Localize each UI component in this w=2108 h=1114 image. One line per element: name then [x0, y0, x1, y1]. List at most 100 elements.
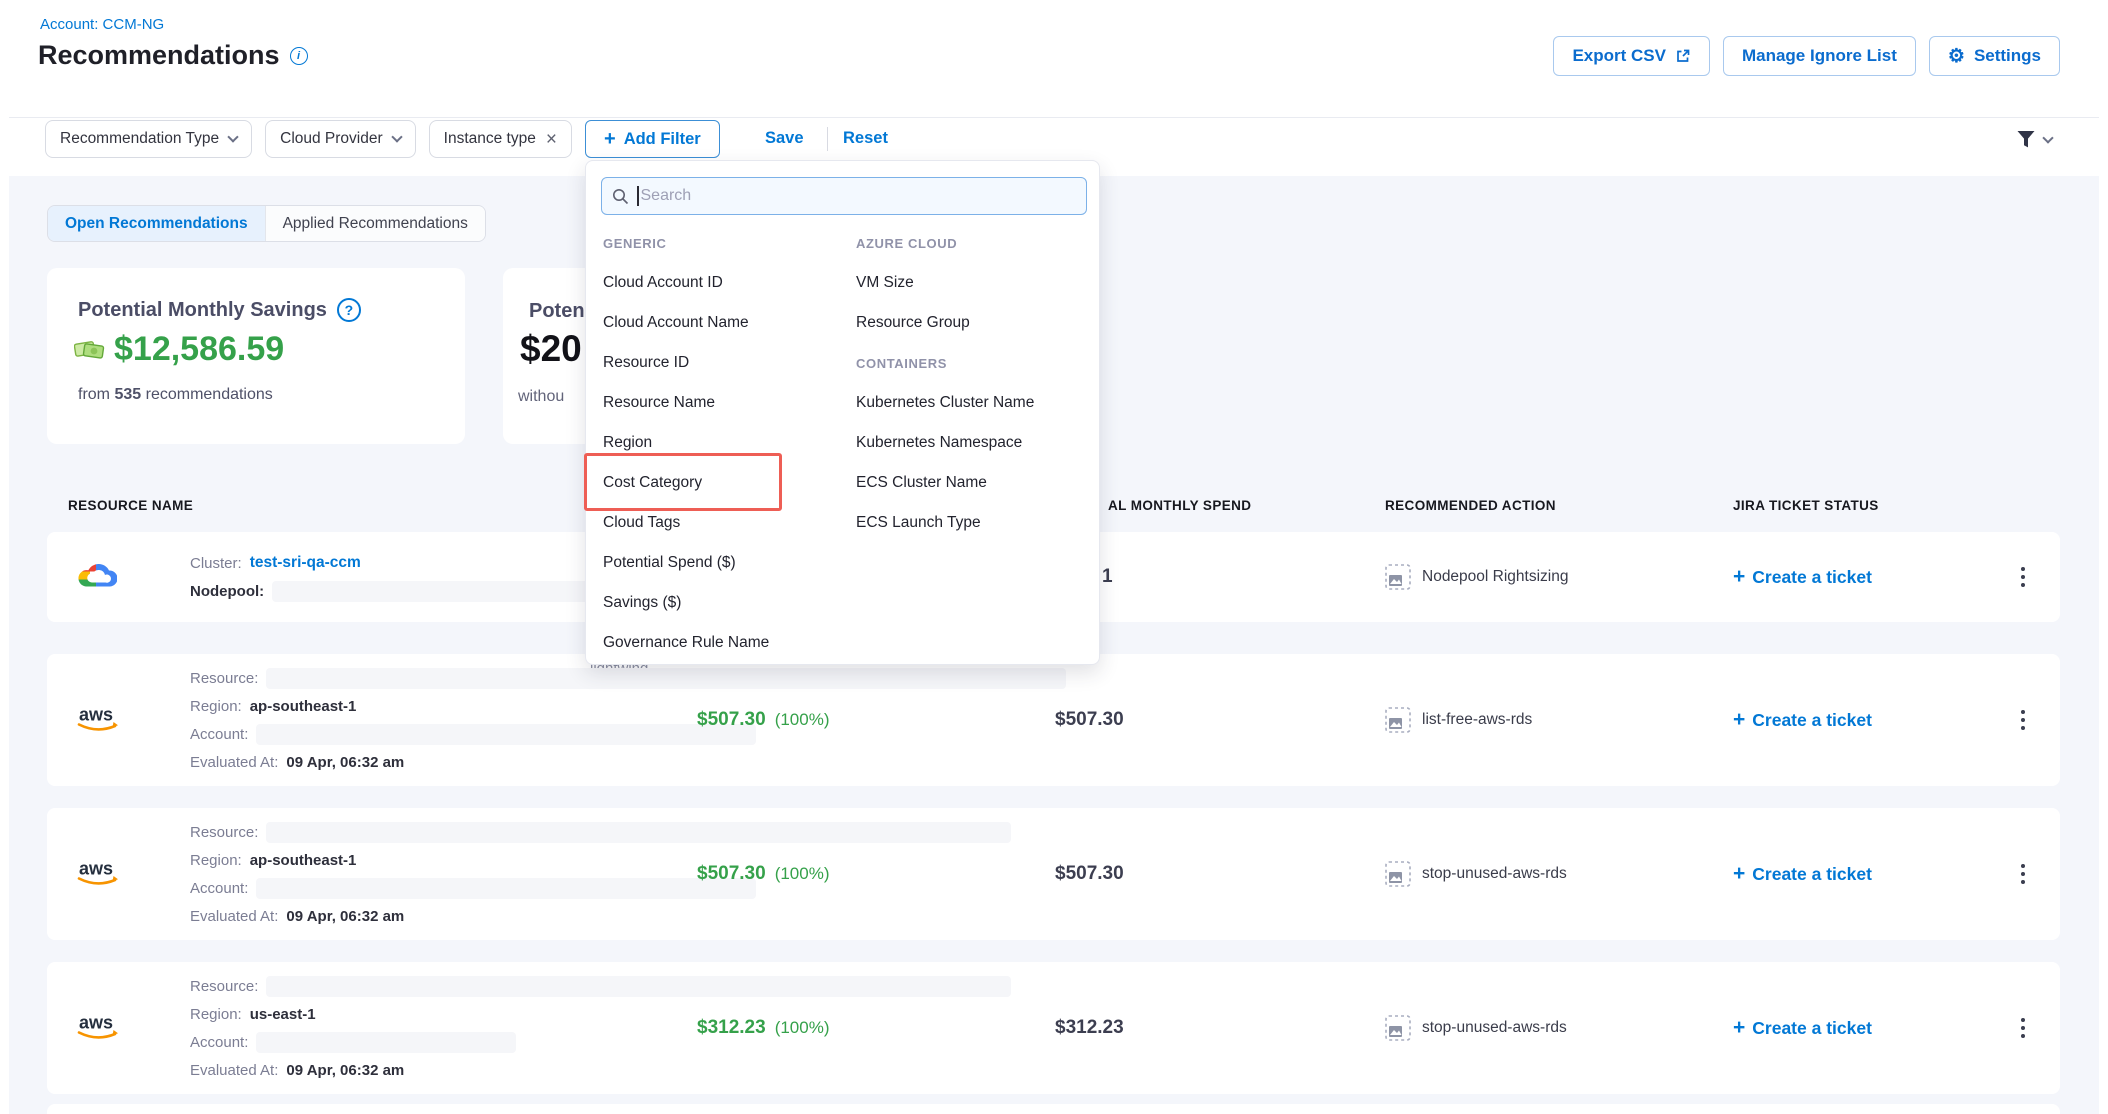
- redacted-account-value: [256, 1032, 516, 1053]
- potential-monthly-savings-card: Potential Monthly Savings ? $12,586.59 f…: [47, 268, 465, 444]
- pill-label: Recommendation Type: [60, 130, 219, 148]
- manage-ignore-list-label: Manage Ignore List: [1742, 46, 1897, 66]
- recommended-action-label: list-free-aws-rds: [1422, 711, 1532, 729]
- add-filter-button[interactable]: + Add Filter: [585, 120, 720, 158]
- svg-text:aws: aws: [79, 705, 113, 725]
- svg-text:aws: aws: [79, 859, 113, 879]
- row-menu-button[interactable]: [2015, 561, 2031, 593]
- add-filter-dropdown: GENERIC Cloud Account ID Cloud Account N…: [585, 160, 1100, 665]
- plus-icon: +: [1733, 708, 1745, 732]
- filter-option-kubernetes-namespace[interactable]: Kubernetes Namespace: [856, 423, 1096, 463]
- recommendation-image-placeholder-icon: [1385, 861, 1411, 887]
- export-csv-button[interactable]: Export CSV: [1553, 36, 1710, 76]
- recommended-action-label: Nodepool Rightsizing: [1422, 568, 1568, 586]
- tab-applied-recommendations[interactable]: Applied Recommendations: [265, 206, 485, 241]
- evaluated-at-value: 09 Apr, 06:32 am: [286, 1062, 404, 1079]
- section-title-containers: CONTAINERS: [856, 343, 1096, 383]
- redacted-resource-value: [266, 976, 1011, 997]
- table-row[interactable]: aws Resource: Region: us-east-1 Account:…: [47, 962, 2060, 1094]
- create-ticket-link[interactable]: + Create a ticket: [1733, 708, 1872, 732]
- filter-panel-toggle[interactable]: [2016, 130, 2052, 150]
- resource-label: Resource:: [190, 978, 258, 995]
- dropdown-column-cloud-specific: AZURE CLOUD VM Size Resource Group CONTA…: [856, 223, 1096, 543]
- aws-icon: aws: [75, 856, 123, 893]
- plus-icon: +: [1733, 862, 1745, 886]
- region-value: us-east-1: [250, 1006, 316, 1023]
- breadcrumb[interactable]: Account: CCM-NG: [40, 16, 164, 33]
- filter-option-kubernetes-cluster-name[interactable]: Kubernetes Cluster Name: [856, 383, 1096, 423]
- money-icon: [74, 338, 106, 362]
- chevron-down-icon: [391, 131, 402, 142]
- annotation-highlight-cost-category: [584, 453, 782, 511]
- pill-label: Cloud Provider: [280, 130, 383, 148]
- filter-option-resource-name[interactable]: Resource Name: [603, 383, 853, 423]
- total-monthly-spend-fragment: 1: [1102, 566, 1113, 588]
- recommendations-tabs: Open Recommendations Applied Recommendat…: [47, 205, 486, 242]
- save-filter-link[interactable]: Save: [765, 129, 804, 148]
- table-row[interactable]: aws Resource: Region: ap-southeast-1 Acc…: [47, 808, 2060, 940]
- potential-savings-percent: (100%): [775, 1018, 830, 1038]
- region-label: Region:: [190, 1006, 242, 1023]
- total-monthly-spend-value: $312.23: [1055, 1017, 1124, 1039]
- resource-label: Resource:: [190, 670, 258, 687]
- savings-card-subtext: from 535 recommendations: [78, 386, 273, 404]
- redacted-resource-value: [266, 668, 1066, 689]
- recommendation-count: 535: [114, 386, 141, 403]
- manage-ignore-list-button[interactable]: Manage Ignore List: [1723, 36, 1916, 76]
- potential-savings-percent: (100%): [775, 710, 830, 730]
- chevron-down-icon: [2042, 132, 2053, 143]
- plus-icon: +: [1733, 1016, 1745, 1040]
- create-ticket-link[interactable]: + Create a ticket: [1733, 565, 1872, 589]
- filter-option-vm-size[interactable]: VM Size: [856, 263, 1096, 303]
- filter-option-potential-spend[interactable]: Potential Spend ($): [603, 543, 853, 583]
- filter-pill-instance-type[interactable]: Instance type ×: [429, 120, 572, 158]
- column-header-jira-ticket-status: JIRA TICKET STATUS: [1733, 498, 1879, 513]
- filter-option-ecs-launch-type[interactable]: ECS Launch Type: [856, 503, 1096, 543]
- account-label: Account:: [190, 1034, 248, 1051]
- create-ticket-link[interactable]: + Create a ticket: [1733, 862, 1872, 886]
- filter-option-ecs-cluster-name[interactable]: ECS Cluster Name: [856, 463, 1096, 503]
- filter-pill-cloud-provider[interactable]: Cloud Provider: [265, 120, 416, 158]
- recommended-action-label: stop-unused-aws-rds: [1422, 1019, 1567, 1037]
- potential-savings-value: $507.30: [697, 863, 766, 885]
- help-icon[interactable]: ?: [337, 298, 361, 322]
- redacted-account-value: [256, 878, 756, 899]
- filter-option-resource-id[interactable]: Resource ID: [603, 343, 853, 383]
- tab-open-recommendations[interactable]: Open Recommendations: [48, 206, 265, 241]
- account-label: Account:: [190, 726, 248, 743]
- evaluated-at-label: Evaluated At:: [190, 908, 278, 925]
- row-menu-button[interactable]: [2015, 704, 2031, 736]
- nodepool-label: Nodepool:: [190, 583, 264, 600]
- region-label: Region:: [190, 852, 242, 869]
- redacted-account-value: [256, 724, 756, 745]
- info-icon[interactable]: i: [290, 47, 308, 65]
- filter-option-resource-group[interactable]: Resource Group: [856, 303, 1096, 343]
- recommendation-image-placeholder-icon: [1385, 1015, 1411, 1041]
- cluster-link[interactable]: test-sri-qa-ccm: [250, 554, 361, 572]
- filter-option-cloud-account-name[interactable]: Cloud Account Name: [603, 303, 853, 343]
- spend-card-value-fragment: $20: [520, 328, 582, 370]
- filter-pill-recommendation-type[interactable]: Recommendation Type: [45, 120, 252, 158]
- table-row-partial: [47, 1104, 2060, 1114]
- region-value: ap-southeast-1: [250, 852, 357, 869]
- reset-filter-link[interactable]: Reset: [843, 129, 888, 148]
- filter-links-divider: [827, 127, 828, 151]
- recommended-action-label: stop-unused-aws-rds: [1422, 865, 1567, 883]
- filter-option-governance-rule-name[interactable]: Governance Rule Name: [603, 623, 853, 663]
- settings-button[interactable]: ⚙ Settings: [1929, 36, 2060, 76]
- table-row[interactable]: aws lightwing Resource: Region: ap-south…: [47, 654, 2060, 786]
- resource-label: Resource:: [190, 824, 258, 841]
- filter-option-cloud-account-id[interactable]: Cloud Account ID: [603, 263, 853, 303]
- potential-savings-percent: (100%): [775, 864, 830, 884]
- create-ticket-link[interactable]: + Create a ticket: [1733, 1016, 1872, 1040]
- add-filter-label: Add Filter: [624, 130, 701, 149]
- row-menu-button[interactable]: [2015, 1012, 2031, 1044]
- row-menu-button[interactable]: [2015, 858, 2031, 890]
- region-label: Region:: [190, 698, 242, 715]
- filter-option-savings[interactable]: Savings ($): [603, 583, 853, 623]
- evaluated-at-label: Evaluated At:: [190, 754, 278, 771]
- filter-search[interactable]: [601, 177, 1087, 215]
- remove-filter-icon[interactable]: ×: [546, 130, 557, 149]
- search-input[interactable]: [641, 187, 1077, 205]
- column-header-recommended-action: RECOMMENDED ACTION: [1385, 498, 1556, 513]
